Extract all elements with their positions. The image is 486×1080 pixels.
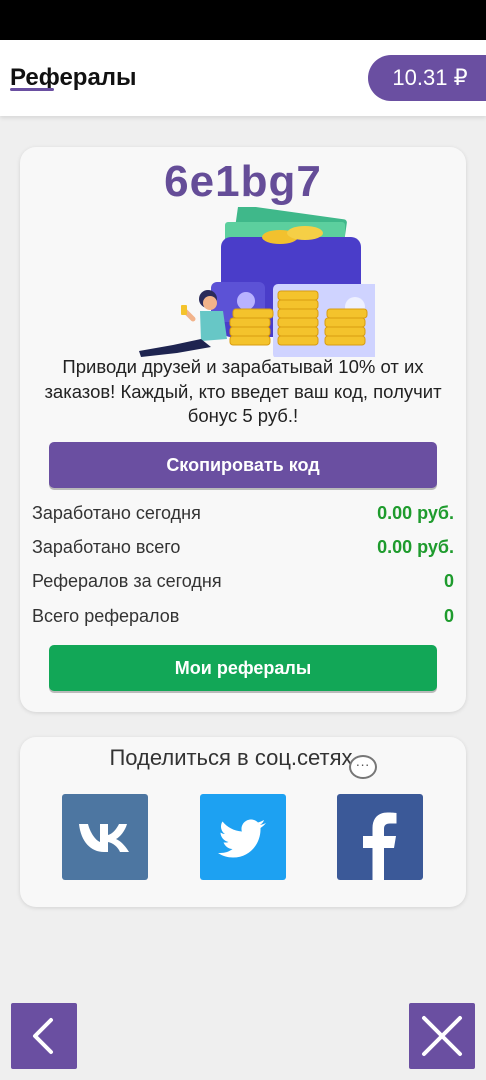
stat-row-earned-today: Заработано сегодня 0.00 руб. xyxy=(32,499,454,529)
facebook-share-button[interactable] xyxy=(337,794,423,880)
stat-row-referrals-total: Всего рефералов 0 xyxy=(32,602,454,632)
promo-text: Приводи друзей и зарабатывай 10% от их з… xyxy=(44,356,442,426)
back-button[interactable] xyxy=(11,1003,77,1069)
stat-value: 0.00 руб. xyxy=(377,537,454,557)
share-card: Поделиться в соц.сетях ··· xyxy=(20,737,466,907)
close-icon xyxy=(422,1016,462,1056)
stat-value: 0 xyxy=(443,606,454,626)
close-button[interactable] xyxy=(409,1003,475,1069)
stat-label: Всего рефералов xyxy=(32,606,180,626)
vk-share-button[interactable] xyxy=(62,794,148,880)
chat-bubble-icon: ··· xyxy=(348,755,377,779)
stat-label: Заработано сегодня xyxy=(32,503,201,523)
referral-code: 6e1bg7 xyxy=(164,157,322,206)
wallet-illustration xyxy=(139,207,375,357)
share-title: Поделиться в соц.сетях ··· xyxy=(20,745,466,779)
twitter-icon xyxy=(218,819,266,858)
title-underline xyxy=(10,88,54,91)
status-bar xyxy=(0,0,486,40)
twitter-share-button[interactable] xyxy=(200,794,286,880)
stat-label: Рефералов за сегодня xyxy=(32,571,222,591)
copy-code-button[interactable]: Скопировать код xyxy=(49,442,437,488)
stat-value: 0.00 руб. xyxy=(377,503,454,523)
stat-label: Заработано всего xyxy=(32,537,181,557)
stat-row-earned-total: Заработано всего 0.00 руб. xyxy=(32,533,454,563)
referral-card: 6e1bg7 Приводи друзей и зарабатывай 10% … xyxy=(20,147,466,712)
share-title-text: Поделиться в соц.сетях xyxy=(109,745,353,770)
chevron-left-icon xyxy=(33,1018,53,1054)
balance-badge[interactable]: 10.31 ₽ xyxy=(368,55,486,101)
facebook-icon xyxy=(363,812,397,880)
vk-icon xyxy=(79,824,129,852)
stat-value: 0 xyxy=(443,571,454,591)
stat-row-referrals-today: Рефералов за сегодня 0 xyxy=(32,567,454,597)
my-referrals-button[interactable]: Мои рефералы xyxy=(49,645,437,691)
